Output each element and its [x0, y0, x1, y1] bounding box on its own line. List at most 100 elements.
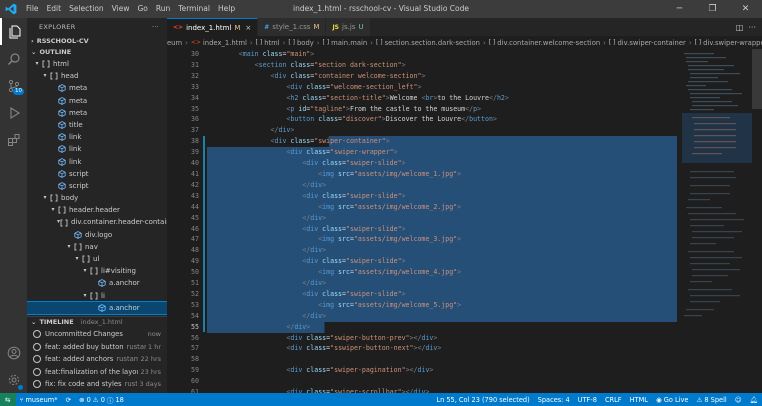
cube-icon	[57, 145, 66, 154]
code-token: img	[322, 300, 335, 309]
code-token: div	[310, 180, 323, 189]
outline-item[interactable]: ▾ ul	[27, 253, 167, 265]
code-token: div	[274, 137, 287, 146]
outline-item[interactable]: ▾div.container.header-container	[27, 216, 167, 228]
outline-item[interactable]: meta	[27, 82, 167, 94]
outline-item-label: a.anchor	[109, 279, 140, 288]
menu-item-run[interactable]: Run	[152, 0, 174, 18]
warning-icon: ⚠	[92, 395, 99, 404]
timeline-section-header[interactable]: ⌄ TIMELINE index_1.html	[27, 316, 167, 327]
breadcrumb-item[interactable]: [ ] body	[288, 39, 313, 47]
menu-item-terminal[interactable]: Terminal	[174, 0, 214, 18]
breadcrumb-item[interactable]: eum	[167, 39, 182, 47]
timeline-item[interactable]: Uncommitted Changes now	[27, 328, 167, 341]
restore-button[interactable]: ❐	[696, 0, 729, 18]
problems-status[interactable]: ⊗ 0 ⚠ 0 ⓘ 18	[75, 393, 128, 406]
breadcrumb-item[interactable]: <> index_1.html	[191, 39, 247, 47]
outline-item[interactable]: div.logo	[27, 229, 167, 241]
notifications-bell-icon[interactable]: 🔔︎	[746, 393, 762, 406]
outline-item[interactable]: ▾ nav	[27, 241, 167, 253]
breadcrumb-item[interactable]: [ ] html	[256, 39, 280, 47]
menu-item-view[interactable]: View	[108, 0, 134, 18]
outline-item[interactable]: meta	[27, 95, 167, 107]
code-token: "assets/img/welcome_3.jpg"	[353, 235, 458, 244]
code-editor[interactable]: 30 31 32 33 34 35 36 37 38 39 40 41 42 43 44 45 46 47 48 49…	[167, 49, 762, 393]
menu-item-selection[interactable]: Selection	[65, 0, 108, 18]
outline-item[interactable]: script	[27, 168, 167, 180]
scrollbar-thumb[interactable]	[752, 49, 762, 109]
close-tab-icon[interactable]: ×	[245, 24, 251, 32]
chevron-down-icon: ▾	[67, 242, 71, 250]
close-window-button[interactable]: ✕	[729, 0, 762, 18]
language-mode[interactable]: HTML	[626, 393, 652, 406]
code-token: >	[457, 235, 462, 244]
split-editor-icon[interactable]: ◫	[736, 23, 744, 32]
outline-item[interactable]: link	[27, 143, 167, 155]
timeline-item[interactable]: fix: fix code and stylesrustam...3 days	[27, 378, 167, 391]
outline-item-label: ul	[93, 255, 100, 263]
timeline-item[interactable]: feat: added anchors rustam... 22 hrs	[27, 353, 167, 366]
vertical-scrollbar[interactable]	[752, 49, 762, 393]
outline-item[interactable]: ▾ html	[27, 58, 167, 70]
outline-item[interactable]: ▾ header.header	[27, 204, 167, 216]
sync-status[interactable]: ⟳	[62, 393, 76, 406]
encoding[interactable]: UTF-8	[574, 393, 601, 406]
search-icon[interactable]	[0, 45, 27, 72]
outline-item[interactable]: title	[27, 119, 167, 131]
breadcrumb-item[interactable]: [ ] div.container.welcome-section	[489, 39, 600, 47]
breadcrumb-item[interactable]: [ ] main.main	[323, 39, 368, 47]
code-token: >	[322, 311, 327, 320]
tab-js-js[interactable]: JS js.js U	[326, 18, 371, 36]
breadcrumb-item[interactable]: [ ] section.section.dark-section	[376, 39, 480, 47]
outline-item[interactable]: ▾ li#visiting	[27, 265, 167, 277]
indentation[interactable]: Spaces: 4	[534, 393, 574, 406]
code-token: div	[290, 82, 303, 91]
source-control-icon[interactable]: 10	[0, 72, 27, 99]
minimap[interactable]	[682, 49, 752, 393]
extensions-icon[interactable]	[0, 126, 27, 153]
breadcrumb-item[interactable]: [ ] div.swiper-container	[609, 39, 686, 47]
go-live-button[interactable]: ◉ Go Live	[652, 393, 692, 406]
menu-item-help[interactable]: Help	[214, 0, 239, 18]
account-icon[interactable]	[0, 339, 27, 366]
explorer-icon[interactable]	[0, 18, 27, 45]
more-actions-icon[interactable]: ···	[152, 18, 159, 36]
timeline-item[interactable]: feat:finalization of the layou... 23 hrs	[27, 365, 167, 378]
menu-item-file[interactable]: File	[22, 0, 43, 18]
outline-item-label: meta	[69, 84, 88, 93]
project-folder-section[interactable]: › RSSCHOOL-CV	[27, 36, 167, 47]
more-actions-icon[interactable]: ···	[748, 23, 756, 32]
outline-item[interactable]: ▾ li	[27, 290, 167, 302]
menu-item-edit[interactable]: Edit	[43, 0, 66, 18]
settings-gear-icon[interactable]	[0, 366, 27, 393]
outline-item[interactable]: script	[27, 180, 167, 192]
line-number: 55	[191, 322, 199, 331]
cube-icon	[73, 230, 82, 239]
tab-index-1-html[interactable]: <> index_1.html M ×	[167, 18, 259, 36]
outline-item[interactable]: meta	[27, 107, 167, 119]
run-debug-icon[interactable]	[0, 99, 27, 126]
branch-status[interactable]: ⑂ museum*	[16, 393, 62, 406]
outline-item[interactable]: a.anchor	[27, 300, 167, 315]
end-of-line[interactable]: CRLF	[601, 393, 626, 406]
tab-style-1-css[interactable]: # style_1.css M	[258, 18, 327, 36]
timeline-label: fix: fix code and styles	[45, 380, 122, 388]
code-token: "swiper-button-prev"	[330, 333, 410, 342]
outline-section-header[interactable]: ⌄ OUTLINE	[27, 47, 167, 58]
outline-item[interactable]: link	[27, 131, 167, 143]
minimize-button[interactable]: ─	[663, 0, 696, 18]
feedback-icon[interactable]: ☺	[731, 393, 746, 406]
outline-item[interactable]: ▾ head	[27, 70, 167, 82]
cursor-position[interactable]: Ln 55, Col 23 (790 selected)	[432, 393, 533, 406]
outline-item[interactable]: ▾ body	[27, 192, 167, 204]
code-token: Welcome	[389, 93, 422, 102]
remote-indicator[interactable]: ⇆	[0, 393, 16, 406]
outline-item[interactable]: link	[27, 156, 167, 168]
outline-item[interactable]: a.anchor	[27, 277, 167, 289]
chevron-right-icon: ›	[31, 37, 34, 45]
timeline-item[interactable]: feat: added buy button rustam... 1 hr	[27, 340, 167, 353]
menu-item-go[interactable]: Go	[133, 0, 151, 18]
spell-check-status[interactable]: ⚠ 8 Spell	[692, 393, 730, 406]
breadcrumb-item[interactable]: [ ] div.swiper-wrapper	[695, 39, 762, 47]
code-area[interactable]: <main class="main"> <section class="sect…	[207, 49, 677, 393]
